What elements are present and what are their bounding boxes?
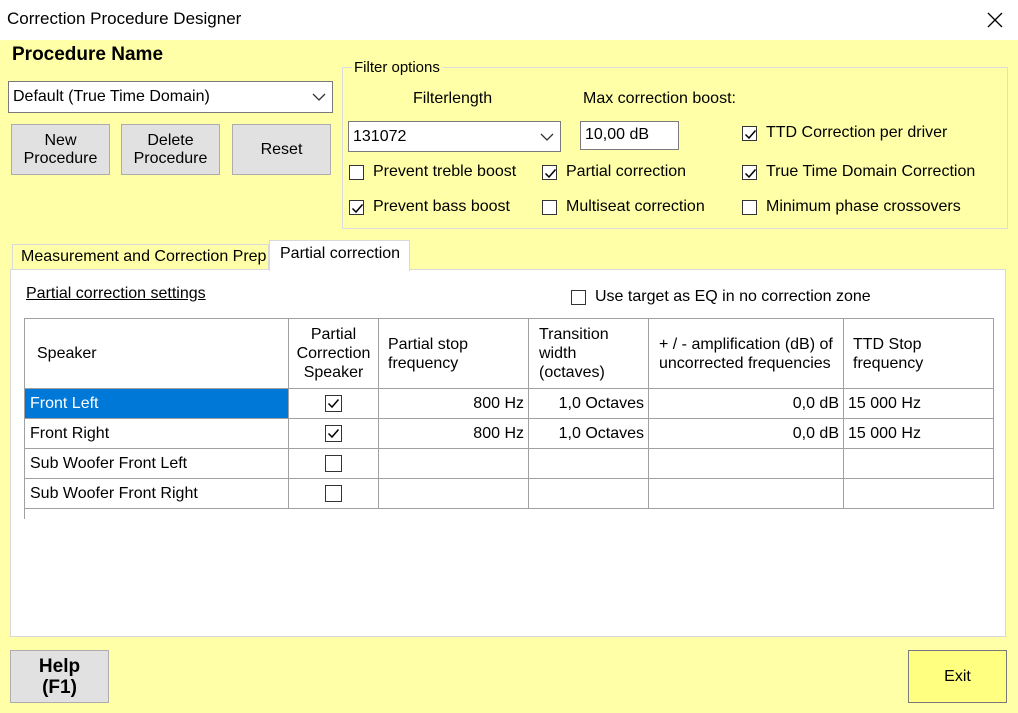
checkmark-icon [744, 168, 757, 178]
checkbox-box[interactable] [325, 455, 342, 472]
table-header-row: Speaker Partial Correction Speaker Parti… [24, 318, 994, 389]
close-button[interactable] [972, 0, 1018, 40]
chevron-down-icon [312, 93, 326, 101]
amplification-cell[interactable]: 0,0 dB [648, 418, 844, 449]
speaker-cell[interactable]: Sub Woofer Front Right [24, 478, 289, 509]
checkmark-icon [744, 129, 757, 139]
procedure-select-value: Default (True Time Domain) [13, 88, 210, 105]
checkbox-box [742, 125, 757, 141]
ttd-stop-cell[interactable]: 15 000 Hz [843, 418, 994, 449]
transition-width-cell[interactable] [528, 448, 649, 479]
transition-width-cell[interactable]: 1,0 Octaves [528, 418, 649, 449]
multiseat-label: Multiseat correction [566, 198, 705, 215]
amplification-cell[interactable] [648, 448, 844, 479]
checkmark-icon [351, 203, 364, 213]
filterlength-value: 131072 [353, 127, 407, 145]
checkbox-box [571, 289, 586, 305]
checkbox-box[interactable] [325, 425, 342, 442]
checkmark-icon [327, 399, 340, 409]
new-procedure-button[interactable]: New Procedure [11, 124, 110, 175]
tab-measurement-correction-prep[interactable]: Measurement and Correction Prep [12, 244, 269, 269]
checkbox-box [349, 199, 364, 215]
partial-settings-title: Partial correction settings [26, 285, 206, 302]
ttd-per-driver-checkbox[interactable]: TTD Correction per driver [742, 124, 947, 142]
transition-width-cell[interactable] [528, 478, 649, 509]
help-button[interactable]: Help (F1) [10, 650, 109, 703]
table-row[interactable]: Front Right 800 Hz 1,0 Octaves 0,0 dB 15 000… [24, 418, 994, 449]
checkbox-box [542, 199, 557, 215]
exit-button[interactable]: Exit [908, 650, 1007, 703]
filterlength-select[interactable]: 131072 [348, 121, 561, 152]
delete-procedure-button[interactable]: Delete Procedure [121, 124, 220, 175]
stop-frequency-cell[interactable] [378, 478, 529, 509]
table-empty-cell [24, 508, 994, 519]
checkbox-box [742, 164, 757, 180]
ttd-per-driver-label: TTD Correction per driver [766, 124, 948, 141]
tab-partial-correction[interactable]: Partial correction [269, 240, 410, 271]
max-boost-input[interactable]: 10,00 dB [580, 121, 679, 150]
prevent-treble-label: Prevent treble boost [373, 163, 517, 180]
column-header-stop-frequency[interactable]: Partial stop frequency [378, 318, 529, 389]
transition-width-cell[interactable]: 1,0 Octaves [528, 388, 649, 419]
prevent-treble-checkbox[interactable]: Prevent treble boost [349, 163, 516, 181]
checkmark-icon [544, 168, 557, 178]
close-icon [987, 12, 1003, 28]
prevent-bass-label: Prevent bass boost [373, 198, 510, 215]
true-time-domain-label: True Time Domain Correction [766, 163, 976, 180]
partial-checkbox-cell[interactable] [288, 448, 379, 479]
partial-checkbox-cell[interactable] [288, 478, 379, 509]
min-phase-checkbox[interactable]: Minimum phase crossovers [742, 198, 961, 216]
speaker-cell[interactable]: Front Right [24, 418, 289, 449]
stop-frequency-cell[interactable]: 800 Hz [378, 418, 529, 449]
table-row[interactable]: Sub Woofer Front Right [24, 478, 994, 509]
use-target-label: Use target as EQ in no correction zone [595, 288, 871, 305]
chevron-down-icon [540, 133, 554, 141]
max-boost-label: Max correction boost: [583, 90, 736, 107]
reset-button[interactable]: Reset [232, 124, 331, 175]
partial-checkbox-cell[interactable] [288, 388, 379, 419]
checkbox-box[interactable] [325, 395, 342, 412]
speaker-cell[interactable]: Front Left [24, 388, 289, 419]
min-phase-label: Minimum phase crossovers [766, 198, 961, 215]
procedure-name-heading: Procedure Name [12, 44, 164, 65]
ttd-stop-cell[interactable]: 15 000 Hz [843, 388, 994, 419]
prevent-bass-checkbox[interactable]: Prevent bass boost [349, 198, 510, 216]
procedure-select[interactable]: Default (True Time Domain) [8, 81, 333, 113]
checkmark-icon [327, 429, 340, 439]
amplification-cell[interactable]: 0,0 dB [648, 388, 844, 419]
table-empty-space [24, 508, 994, 519]
table-row[interactable]: Front Left 800 Hz 1,0 Octaves 0,0 dB 15 000 … [24, 388, 994, 419]
multiseat-checkbox[interactable]: Multiseat correction [542, 198, 705, 216]
column-header-speaker[interactable]: Speaker [24, 318, 289, 389]
true-time-domain-checkbox[interactable]: True Time Domain Correction [742, 163, 975, 181]
checkbox-box [742, 199, 757, 215]
partial-checkbox-cell[interactable] [288, 418, 379, 449]
amplification-cell[interactable] [648, 478, 844, 509]
table-row[interactable]: Sub Woofer Front Left [24, 448, 994, 479]
checkbox-box [542, 164, 557, 180]
partial-correction-label: Partial correction [566, 163, 687, 180]
use-target-checkbox[interactable]: Use target as EQ in no correction zone [571, 288, 871, 306]
filter-options-legend: Filter options [352, 59, 442, 76]
ttd-stop-cell[interactable] [843, 448, 994, 479]
checkbox-box[interactable] [325, 485, 342, 502]
ttd-stop-cell[interactable] [843, 478, 994, 509]
partial-correction-table: Speaker Partial Correction Speaker Parti… [24, 318, 994, 519]
title-bar: Correction Procedure Designer [0, 0, 1018, 40]
column-header-ttd-stop[interactable]: TTD Stop frequency [843, 318, 994, 389]
column-header-partial-speaker[interactable]: Partial Correction Speaker [288, 318, 379, 389]
stop-frequency-cell[interactable] [378, 448, 529, 479]
partial-correction-checkbox[interactable]: Partial correction [542, 163, 686, 181]
speaker-cell[interactable]: Sub Woofer Front Left [24, 448, 289, 479]
window-title: Correction Procedure Designer [7, 9, 242, 28]
checkbox-box [349, 164, 364, 180]
column-header-transition-width[interactable]: Transition width (octaves) [528, 318, 649, 389]
filterlength-label: Filterlength [413, 90, 493, 107]
column-header-amplification[interactable]: + / - amplification (dB) of uncorrected … [648, 318, 844, 389]
stop-frequency-cell[interactable]: 800 Hz [378, 388, 529, 419]
